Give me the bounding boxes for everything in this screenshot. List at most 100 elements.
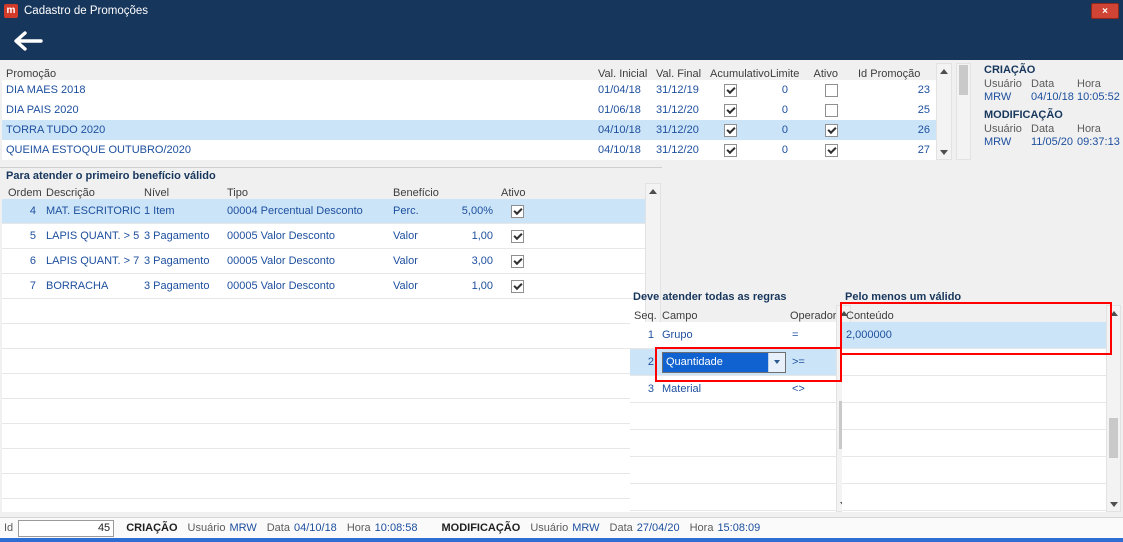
regra-row[interactable]: 1 Grupo = (630, 322, 836, 349)
promotion-limite: 0 (781, 124, 788, 136)
promotion-row[interactable]: DIA MAES 2018 01/04/18 31/12/19 0 23 (2, 80, 936, 100)
regra-row[interactable]: 3 Material <> (630, 376, 836, 403)
beneficio-ativo-checkbox[interactable] (511, 279, 524, 293)
acumulativo-checkbox[interactable] (724, 83, 737, 97)
col-val-inicial[interactable]: Val. Inicial (594, 63, 652, 80)
id-input[interactable] (18, 519, 115, 537)
close-button[interactable]: × (1091, 3, 1119, 19)
promotion-id: 23 (917, 84, 930, 96)
criacao-hora: 10:08:58 (374, 522, 418, 534)
modificacao-usuario: MRW (572, 522, 600, 534)
col-ordem[interactable]: Ordem (2, 183, 42, 199)
beneficio-valor: 1,00 (471, 280, 493, 292)
conteudo-grid: 2,000000 (842, 322, 1106, 512)
section-divider (0, 167, 662, 168)
col-tipo[interactable]: Tipo (225, 183, 387, 199)
panel-scrollbar[interactable] (956, 63, 971, 160)
beneficio-ativo-checkbox[interactable] (511, 229, 524, 243)
scroll-thumb[interactable] (959, 65, 968, 95)
beneficio-row[interactable]: 7 BORRACHA 3 Pagamento 00005 Valor Desconto… (2, 274, 645, 299)
id-label: Id (4, 522, 14, 534)
col-acumulativo[interactable]: Acumulativo (708, 63, 770, 80)
promotion-name: DIA PAIS 2020 (6, 104, 79, 116)
promotion-limite: 0 (781, 104, 788, 116)
conteudo-row[interactable]: 2,000000 (842, 322, 1106, 349)
promotion-id: 26 (917, 124, 930, 136)
promotion-limite: 0 (781, 144, 788, 156)
acumulativo-checkbox[interactable] (724, 103, 737, 117)
regra-seq: 2 (647, 356, 654, 368)
beneficio-descricao: LAPIS QUANT. > 5 (46, 230, 140, 242)
acumulativo-checkbox[interactable] (724, 123, 737, 137)
app-window: m Cadastro de Promoções × Promoção Val. … (0, 0, 1123, 542)
app-icon: m (4, 4, 18, 18)
regra-campo: Grupo (662, 329, 693, 341)
criacao-label: CRIAÇÃO (126, 522, 178, 534)
chevron-down-icon[interactable] (768, 352, 785, 372)
beneficios-title: Para atender o primeiro benefício válido (6, 170, 216, 182)
usuario-header: Usuário (984, 123, 1022, 135)
beneficio-row[interactable]: 4 MAT. ESCRITORIO 1 Item 00004 Percentual D… (2, 199, 645, 224)
scroll-down-icon[interactable] (1107, 497, 1120, 511)
regras-title: Deve atender todas as regras (633, 291, 787, 303)
regra-row[interactable]: 2 Quantidade >= (630, 349, 836, 376)
criacao-usuario: MRW (984, 91, 1012, 103)
beneficios-header: Ordem Descrição Nível Tipo Benefício Ati… (2, 183, 645, 199)
bottom-accent-strip (0, 538, 1123, 542)
beneficio-nivel: 3 Pagamento (144, 280, 210, 292)
modificacao-title: MODIFICAÇÃO (984, 109, 1063, 121)
col-operador[interactable]: Operador (788, 305, 836, 322)
col-beneficio[interactable]: Benefício (387, 183, 499, 199)
ativo-checkbox[interactable] (825, 103, 838, 117)
scroll-up-icon[interactable] (646, 184, 660, 198)
ativo-checkbox[interactable] (825, 123, 838, 137)
scroll-down-icon[interactable] (937, 145, 951, 159)
col-ativo[interactable]: Ativo (792, 63, 850, 80)
campo-combobox-value: Quantidade (663, 352, 768, 372)
scroll-up-icon[interactable] (937, 64, 951, 78)
beneficio-ordem: 6 (29, 255, 36, 267)
beneficio-descricao: MAT. ESCRITORIO (46, 205, 140, 217)
data-header: Data (1031, 123, 1055, 135)
beneficio-ativo-checkbox[interactable] (511, 254, 524, 268)
scroll-thumb[interactable] (1109, 418, 1118, 458)
scroll-up-icon[interactable] (1107, 306, 1120, 320)
criacao-data: 04/10/18 (1031, 91, 1074, 103)
beneficio-ativo-checkbox[interactable] (511, 204, 524, 218)
promotion-row[interactable]: TORRA TUDO 2020 04/10/18 31/12/20 0 26 (2, 120, 936, 140)
col-seq[interactable]: Seq. (630, 305, 658, 322)
col-promocao[interactable]: Promoção (2, 63, 594, 80)
col-nivel[interactable]: Nível (140, 183, 225, 199)
col-conteudo[interactable]: Conteúdo (842, 310, 894, 322)
col-ativo[interactable]: Ativo (499, 183, 645, 199)
promotion-row[interactable]: DIA PAIS 2020 01/06/18 31/12/20 0 25 (2, 100, 936, 120)
beneficio-row[interactable]: 6 LAPIS QUANT. > 7 3 Pagamento 00005 Valor … (2, 249, 645, 274)
back-button[interactable] (10, 30, 44, 52)
col-val-final[interactable]: Val. Final (652, 63, 708, 80)
beneficio-tipo: 00005 Valor Desconto (227, 230, 336, 242)
acumulativo-checkbox[interactable] (724, 143, 737, 157)
regras-grid: 1 Grupo = 2 Quantidade >= 3 Material <> (630, 322, 836, 512)
col-descricao[interactable]: Descrição (42, 183, 140, 199)
col-id-promocao[interactable]: Id Promoção (850, 63, 936, 80)
campo-combobox[interactable]: Quantidade (662, 351, 786, 373)
statusbar: Id CRIAÇÃO Usuário MRW Data 04/10/18 Hor… (0, 517, 1123, 538)
promotion-val-inicial: 04/10/18 (598, 124, 641, 136)
promotions-scrollbar[interactable] (936, 63, 952, 160)
hora-label: Hora (346, 522, 371, 534)
col-campo[interactable]: Campo (658, 305, 788, 322)
promotion-val-final: 31/12/19 (656, 84, 699, 96)
modificacao-label: MODIFICAÇÃO (441, 522, 521, 534)
ativo-checkbox[interactable] (825, 83, 838, 97)
promotion-id: 27 (917, 144, 930, 156)
col-limite[interactable]: Limite (768, 63, 799, 80)
beneficio-nivel: 3 Pagamento (144, 255, 210, 267)
conteudo-scrollbar[interactable] (1106, 305, 1121, 512)
beneficio-row[interactable]: 5 LAPIS QUANT. > 5 3 Pagamento 00005 Valor … (2, 224, 645, 249)
beneficio-ordem: 5 (29, 230, 36, 242)
beneficio-valor: 1,00 (471, 230, 493, 242)
ativo-checkbox[interactable] (825, 143, 838, 157)
beneficio-tipo: 00004 Percentual Desconto (227, 205, 363, 217)
regra-seq: 1 (647, 329, 654, 341)
promotion-row[interactable]: QUEIMA ESTOQUE OUTUBRO/2020 04/10/18 31/12… (2, 140, 936, 160)
